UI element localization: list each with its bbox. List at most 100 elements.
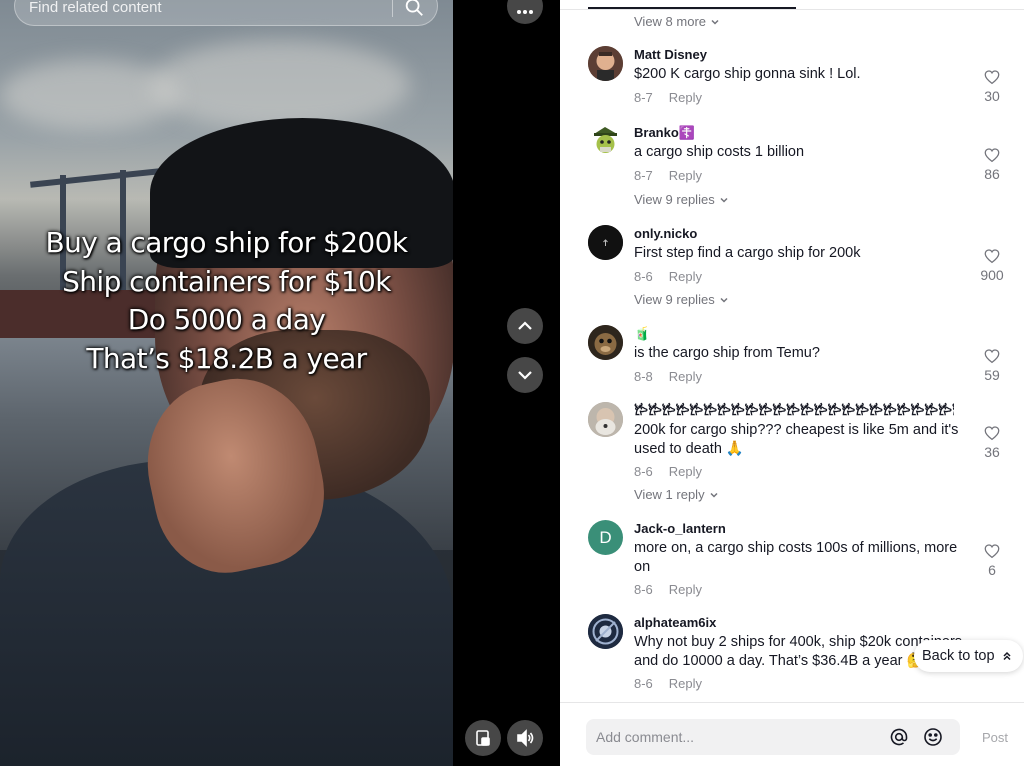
avatar-letter: D bbox=[599, 527, 612, 547]
comment-text: a cargo ship costs 1 billion bbox=[634, 144, 805, 160]
video-panel: Buy a cargo ship for $200k Ship containe… bbox=[0, 0, 560, 766]
like-button[interactable]: 6 bbox=[976, 542, 1008, 578]
avatar[interactable] bbox=[588, 325, 623, 360]
reply-button[interactable]: Reply bbox=[669, 464, 702, 480]
chevron-down-icon bbox=[518, 371, 532, 380]
like-count: 36 bbox=[984, 444, 1000, 460]
reply-button[interactable]: Reply bbox=[669, 90, 702, 106]
avatar[interactable] bbox=[588, 225, 623, 260]
avatar[interactable] bbox=[588, 614, 623, 649]
chevron-up-icon bbox=[518, 321, 532, 330]
view-replies-button[interactable]: View 9 replies bbox=[634, 192, 729, 207]
chevron-down-icon bbox=[710, 492, 718, 498]
view-replies-label: View 9 replies bbox=[634, 192, 715, 207]
view-replies-label: View 1 reply bbox=[634, 487, 705, 502]
view-more-comments-button[interactable]: View 8 more bbox=[634, 14, 720, 29]
like-button[interactable]: 30 bbox=[976, 68, 1008, 104]
avatar-arrow-icon bbox=[588, 225, 623, 260]
video-player[interactable]: Buy a cargo ship for $200k Ship containe… bbox=[0, 0, 453, 766]
like-button[interactable]: 36 bbox=[976, 424, 1008, 460]
comment-date: 8-6 bbox=[634, 582, 653, 597]
video-crane bbox=[30, 168, 160, 188]
comment-input[interactable]: Add comment... bbox=[586, 719, 960, 755]
comment-body: only.nicko First step find a cargo ship … bbox=[634, 225, 966, 285]
search-divider bbox=[392, 0, 393, 17]
comment-date: 8-6 bbox=[634, 676, 653, 691]
comment-username[interactable]: Branko☦️ bbox=[634, 124, 966, 141]
like-count: 900 bbox=[980, 267, 1004, 283]
back-to-top-label: Back to top bbox=[922, 648, 995, 664]
comment-meta: 8-6 Reply bbox=[634, 269, 966, 285]
video-cloud bbox=[150, 40, 410, 130]
comment-placeholder: Add comment... bbox=[596, 729, 695, 745]
comment-date: 8-8 bbox=[634, 368, 653, 384]
comment-body: Jack-o_lantern more on, a cargo ship cos… bbox=[634, 520, 966, 598]
comment-username[interactable]: 𐂂𐂂𐂂𐂂𐂂𐂂𐂂𐂂𐂂𐂂𐂂𐂂𐂂𐂂𐂂𐂂𐂂𐂂𐂂𐂂𐂂𐂂𐂂𐂂𐂂𐂂𐂂𐂂𐂂𐂂𐂂𐂂𐂂𐂂𐂂𐂂𐂂𐂂𐂂𐂂… bbox=[634, 402, 954, 419]
caption-line: That’s $18.2B a year bbox=[86, 341, 367, 375]
reply-button[interactable]: Reply bbox=[669, 168, 702, 184]
chevron-down-icon bbox=[720, 297, 728, 303]
like-button[interactable]: 59 bbox=[976, 347, 1008, 383]
like-count: 59 bbox=[984, 367, 1000, 383]
comment-username[interactable]: only.nicko bbox=[634, 225, 966, 242]
pip-icon bbox=[476, 730, 490, 746]
volume-button[interactable] bbox=[507, 720, 543, 756]
comment-username[interactable]: 🧃 bbox=[634, 325, 966, 342]
comment-date: 8-6 bbox=[634, 464, 653, 479]
back-to-top-button[interactable]: Back to top bbox=[914, 640, 1023, 672]
search-input[interactable]: Find related content bbox=[14, 0, 438, 26]
comment-meta: 8-6 Reply bbox=[634, 582, 966, 598]
comment-bar-divider bbox=[560, 702, 1024, 703]
avatar[interactable] bbox=[588, 46, 623, 81]
comment-meta: 8-7 Reply bbox=[634, 90, 966, 106]
avatar[interactable]: D bbox=[588, 520, 623, 555]
previous-video-button[interactable] bbox=[507, 308, 543, 344]
heart-icon bbox=[984, 70, 1000, 85]
video-cloud bbox=[0, 60, 180, 130]
avatar[interactable] bbox=[588, 124, 623, 159]
comment-body: Matt Disney $200 K cargo ship gonna sink… bbox=[634, 46, 966, 106]
emoji-icon[interactable] bbox=[923, 727, 943, 747]
active-tab-indicator bbox=[588, 7, 796, 9]
comment-text: 200k for cargo ship??? cheapest is like … bbox=[634, 422, 959, 457]
comment-meta: 8-6 Reply bbox=[634, 676, 966, 692]
volume-icon bbox=[517, 729, 534, 747]
comment-username[interactable]: Jack-o_lantern bbox=[634, 520, 966, 537]
comment-body: 𐂂𐂂𐂂𐂂𐂂𐂂𐂂𐂂𐂂𐂂𐂂𐂂𐂂𐂂𐂂𐂂𐂂𐂂𐂂𐂂𐂂𐂂𐂂𐂂𐂂𐂂𐂂𐂂𐂂𐂂𐂂𐂂𐂂𐂂𐂂𐂂𐂂𐂂𐂂𐂂… bbox=[634, 402, 966, 480]
picture-in-picture-button[interactable] bbox=[465, 720, 501, 756]
comment-body: 🧃 is the cargo ship from Temu? 8-8 Reply bbox=[634, 325, 966, 385]
avatar[interactable] bbox=[588, 402, 623, 437]
view-replies-button[interactable]: View 1 reply bbox=[634, 487, 719, 502]
view-replies-button[interactable]: View 9 replies bbox=[634, 292, 729, 307]
comment-text: First step find a cargo ship for 200k bbox=[634, 245, 861, 261]
comment-date: 8-7 bbox=[634, 167, 653, 183]
heart-icon bbox=[984, 544, 1000, 559]
caption-line: Do 5000 a day bbox=[127, 303, 326, 336]
reply-button[interactable]: Reply bbox=[669, 369, 702, 385]
comment-username[interactable]: Matt Disney bbox=[634, 46, 966, 63]
mention-icon[interactable] bbox=[889, 727, 909, 747]
ellipsis-icon bbox=[517, 10, 533, 14]
next-video-button[interactable] bbox=[507, 357, 543, 393]
more-options-button[interactable] bbox=[507, 0, 543, 24]
comment-username[interactable]: alphateam6ix bbox=[634, 614, 966, 631]
comments-panel: View 8 more Matt Disney $200 K cargo shi… bbox=[560, 0, 1024, 766]
reply-button[interactable]: Reply bbox=[669, 676, 702, 692]
chevron-down-icon bbox=[711, 19, 719, 25]
like-count: 86 bbox=[984, 166, 1000, 182]
avatar-emblem-icon bbox=[588, 614, 623, 649]
reply-button[interactable]: Reply bbox=[669, 269, 702, 285]
chevron-down-icon bbox=[720, 197, 728, 203]
like-count: 30 bbox=[984, 88, 1000, 104]
comment-date: 8-6 bbox=[634, 268, 653, 284]
comment-date: 8-7 bbox=[634, 89, 653, 105]
post-button[interactable]: Post bbox=[982, 730, 1008, 745]
double-chevron-up-icon bbox=[1003, 651, 1011, 661]
caption-line: Buy a cargo ship for $200k bbox=[45, 226, 409, 259]
search-icon[interactable] bbox=[403, 0, 425, 18]
like-button[interactable]: 86 bbox=[976, 146, 1008, 182]
like-button[interactable]: 900 bbox=[976, 247, 1008, 283]
view-replies-label: View 9 replies bbox=[634, 292, 715, 307]
heart-icon bbox=[984, 148, 1000, 163]
reply-button[interactable]: Reply bbox=[669, 582, 702, 598]
